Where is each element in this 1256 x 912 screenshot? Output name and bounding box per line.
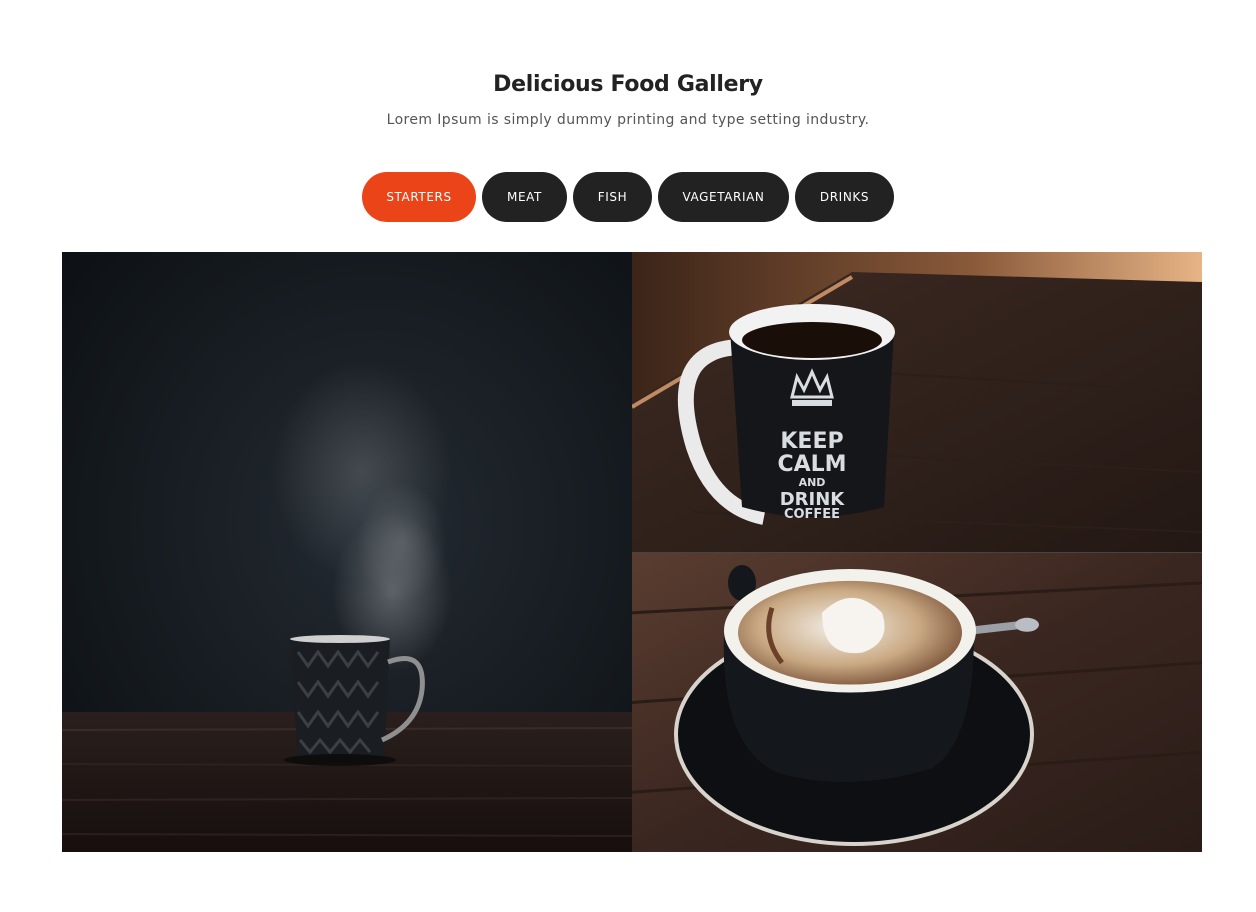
category-filters: STARTERS MEAT FISH VAGETARIAN DRINKS — [0, 172, 1256, 222]
image-gallery: KEEP CALM AND DRINK COFFEE — [62, 252, 1202, 852]
keep-calm-mug-photo: KEEP CALM AND DRINK COFFEE — [632, 252, 1202, 552]
filter-vegetarian-button[interactable]: VAGETARIAN — [658, 172, 789, 222]
mug-text-and: AND — [799, 476, 826, 489]
page-subtitle: Lorem Ipsum is simply dummy printing and… — [386, 112, 870, 128]
mug-text-coffee: COFFEE — [784, 507, 840, 522]
filter-drinks-button[interactable]: DRINKS — [795, 172, 894, 222]
mug-text-keep: KEEP — [780, 429, 843, 454]
filter-meat-button[interactable]: MEAT — [482, 172, 567, 222]
page-title: Delicious Food Gallery — [493, 72, 763, 97]
gallery-image-keep-calm-mug[interactable]: KEEP CALM AND DRINK COFFEE — [632, 252, 1202, 552]
gallery-image-coffee-cup[interactable] — [632, 552, 1202, 852]
steaming-mug-photo — [62, 252, 632, 852]
filter-starters-button[interactable]: STARTERS — [362, 172, 476, 222]
gallery-image-steaming-mug[interactable] — [62, 252, 632, 852]
filter-fish-button[interactable]: FISH — [573, 172, 652, 222]
coffee-cup-photo — [632, 553, 1202, 852]
mug-text-calm: CALM — [777, 452, 846, 477]
